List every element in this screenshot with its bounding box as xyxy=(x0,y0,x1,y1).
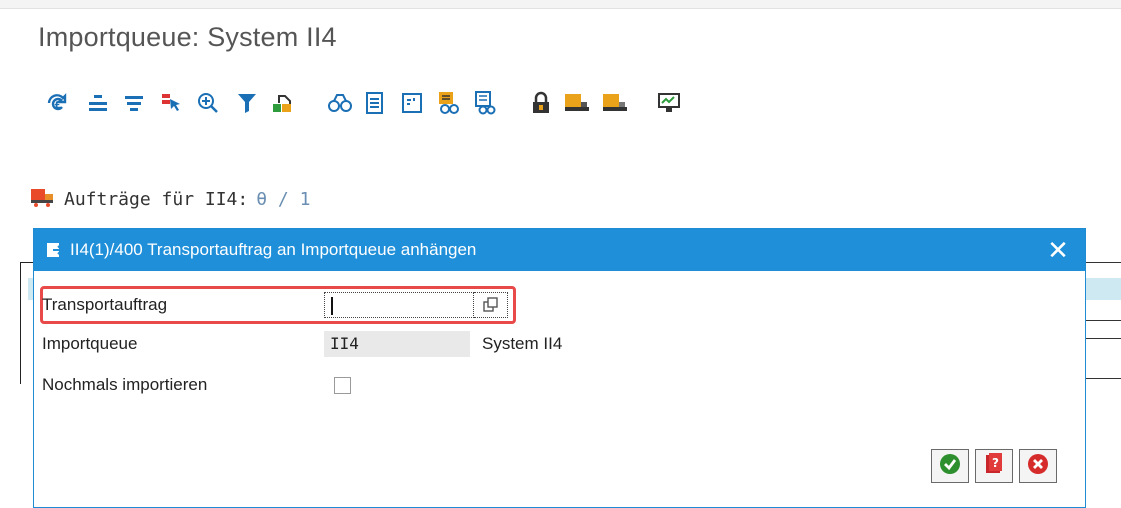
reimport-label: Nochmals importieren xyxy=(42,375,208,394)
expand-icon[interactable] xyxy=(119,86,149,120)
svg-text:£: £ xyxy=(54,100,61,111)
toolbar: £ xyxy=(0,86,1121,126)
document-icon[interactable] xyxy=(360,86,390,120)
importqueue-label: Importqueue xyxy=(42,334,138,353)
monitor-icon[interactable] xyxy=(654,86,684,120)
truck-icon[interactable] xyxy=(562,86,592,120)
value-help-icon[interactable] xyxy=(474,292,508,318)
cancel-icon xyxy=(1027,453,1049,480)
filter-icon[interactable] xyxy=(232,86,262,120)
background-table-edge xyxy=(20,262,21,384)
lock-icon[interactable] xyxy=(526,86,556,120)
import-icon[interactable] xyxy=(268,86,298,120)
background-table-line xyxy=(1085,262,1121,263)
display-icon[interactable] xyxy=(325,86,355,120)
log-icon[interactable] xyxy=(470,86,500,120)
append-request-dialog: II4(1)/400 Transportauftrag an Importque… xyxy=(33,228,1086,508)
background-table-line xyxy=(1085,320,1121,321)
importqueue-value: II4 xyxy=(324,331,470,357)
confirm-icon xyxy=(939,453,961,480)
importqueue-row: Importqueue xyxy=(42,330,322,358)
close-icon[interactable]: ✕ xyxy=(1045,237,1071,263)
zoom-icon[interactable] xyxy=(193,86,223,120)
help-button[interactable]: ? xyxy=(975,449,1013,483)
refresh-icon[interactable]: £ xyxy=(42,86,72,120)
svg-text:?: ? xyxy=(992,456,999,470)
help-icon: ? xyxy=(983,452,1005,481)
dialog-title: II4(1)/400 Transportauftrag an Importque… xyxy=(70,240,477,259)
window-top-strip xyxy=(0,0,1121,9)
dialog-window-icon xyxy=(46,242,64,258)
background-table-line xyxy=(1085,338,1121,339)
text-caret xyxy=(331,297,333,315)
dialog-buttons: ? xyxy=(931,449,1057,483)
collapse-icon[interactable] xyxy=(83,86,113,120)
queue-count: θ / 1 xyxy=(256,189,311,210)
reimport-checkbox[interactable] xyxy=(334,377,351,394)
importqueue-description: System II4 xyxy=(482,334,563,353)
queue-summary: Aufträge für II4: θ / 1 xyxy=(30,186,310,213)
request-icon[interactable] xyxy=(433,86,463,120)
page-title: Importqueue: System II4 xyxy=(38,22,337,52)
cancel-button[interactable] xyxy=(1019,449,1057,483)
truck-icon xyxy=(30,186,56,213)
reimport-row: Nochmals importieren xyxy=(42,371,322,399)
transport-label: Transportauftrag xyxy=(42,295,168,314)
transport-request-input[interactable] xyxy=(324,292,474,318)
transport-row: Transportauftrag xyxy=(42,291,322,319)
dialog-header: II4(1)/400 Transportauftrag an Importque… xyxy=(34,229,1085,271)
confirm-button[interactable] xyxy=(931,449,969,483)
select-icon[interactable] xyxy=(157,86,187,120)
truck-alt-icon[interactable] xyxy=(600,86,630,120)
background-table-line xyxy=(1085,378,1121,379)
layout-icon[interactable] xyxy=(397,86,427,120)
queue-label: Aufträge für II4: xyxy=(64,189,249,210)
